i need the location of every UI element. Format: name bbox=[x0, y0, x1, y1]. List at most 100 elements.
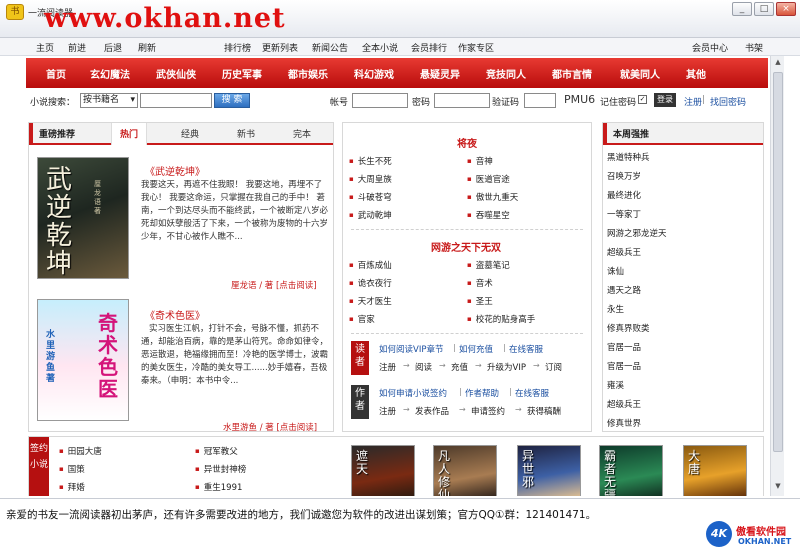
book-thumb[interactable]: 异世邪 bbox=[517, 445, 581, 496]
section1-title[interactable]: 将夜 bbox=[457, 135, 477, 150]
menu-refresh[interactable]: 刷新 bbox=[138, 41, 156, 54]
list-item[interactable]: 圣王 bbox=[467, 295, 493, 307]
list-item[interactable]: 异世封神榜 bbox=[195, 463, 247, 475]
list-item[interactable]: 国策 bbox=[59, 463, 85, 475]
rank-item[interactable]: 遇天之路 bbox=[607, 284, 641, 296]
search-button[interactable]: 搜 索 bbox=[214, 93, 250, 108]
tab-new[interactable]: 新书 bbox=[237, 127, 255, 140]
reader-subscribe[interactable]: 订阅 bbox=[545, 361, 562, 373]
reader-recharge[interactable]: 充值 bbox=[451, 361, 468, 373]
list-item[interactable]: 官家 bbox=[349, 313, 375, 325]
nav-urban[interactable]: 都市娱乐 bbox=[288, 66, 328, 81]
password-input[interactable] bbox=[434, 93, 490, 108]
menu-member-center[interactable]: 会员中心 bbox=[692, 41, 728, 54]
rank-item[interactable]: 雍溪 bbox=[607, 379, 624, 391]
forgot-password-link[interactable]: 找回密码 bbox=[710, 95, 746, 108]
menu-home[interactable]: 主页 bbox=[36, 41, 54, 54]
menu-forward[interactable]: 前进 bbox=[68, 41, 86, 54]
section2-title[interactable]: 网游之天下无双 bbox=[431, 239, 501, 254]
nav-fanfic[interactable]: 就美同人 bbox=[620, 66, 660, 81]
list-item[interactable]: 吞噬星空 bbox=[467, 209, 510, 221]
nav-other[interactable]: 其他 bbox=[686, 66, 706, 81]
nav-home[interactable]: 首页 bbox=[46, 66, 66, 81]
list-item[interactable]: 音神 bbox=[467, 155, 493, 167]
list-item[interactable]: 拜婚 bbox=[59, 481, 85, 493]
book-cover-2[interactable]: 奇术色医 水里游鱼著 bbox=[37, 299, 129, 421]
remember-checkbox[interactable]: ✓ bbox=[638, 95, 647, 104]
list-item[interactable]: 诡衣夜行 bbox=[349, 277, 392, 289]
list-item[interactable]: 长生不死 bbox=[349, 155, 392, 167]
reader-register[interactable]: 注册 bbox=[379, 361, 396, 373]
list-item[interactable]: 傲世九重天 bbox=[467, 191, 519, 203]
rank-item[interactable]: 官居一品 bbox=[607, 360, 641, 372]
menu-author-zone[interactable]: 作家专区 bbox=[458, 41, 494, 54]
menu-bookshelf[interactable]: 书架 bbox=[745, 41, 763, 54]
nav-scifi[interactable]: 科幻游戏 bbox=[354, 66, 394, 81]
book-title-2[interactable]: 《奇术色医》 bbox=[145, 307, 205, 322]
list-item[interactable]: 大周皇族 bbox=[349, 173, 392, 185]
list-item[interactable]: 田园大唐 bbox=[59, 445, 102, 457]
menu-member-rank[interactable]: 会员排行 bbox=[411, 41, 447, 54]
author-register[interactable]: 注册 bbox=[379, 405, 396, 417]
tab-hot[interactable]: 热门 bbox=[111, 123, 148, 145]
author-link-sign[interactable]: 如何申请小说签约 bbox=[379, 387, 447, 399]
list-item[interactable]: 斗破苍穹 bbox=[349, 191, 392, 203]
search-input[interactable] bbox=[140, 93, 212, 108]
book-cover-1[interactable]: 武逆乾坤 厘龙语著 bbox=[37, 157, 129, 279]
book-title-1[interactable]: 《武逆乾坤》 bbox=[145, 163, 205, 178]
search-type-select[interactable]: 按书籍名 ▾ bbox=[80, 93, 138, 108]
list-item[interactable]: 盗墓笔记 bbox=[467, 259, 510, 271]
register-link[interactable]: 注册 bbox=[684, 95, 702, 108]
login-button[interactable]: 登录 bbox=[654, 93, 676, 107]
list-item[interactable]: 音术 bbox=[467, 277, 493, 289]
rank-item[interactable]: 永生 bbox=[607, 303, 624, 315]
author-apply[interactable]: 申请签约 bbox=[471, 405, 505, 417]
author-publish[interactable]: 发表作品 bbox=[415, 405, 449, 417]
rank-item[interactable]: 最终进化 bbox=[607, 189, 641, 201]
nav-mystery[interactable]: 悬疑灵异 bbox=[420, 66, 460, 81]
menu-updates[interactable]: 更新列表 bbox=[262, 41, 298, 54]
scroll-down-icon[interactable]: ▼ bbox=[773, 482, 783, 492]
menu-rankings[interactable]: 排行榜 bbox=[224, 41, 251, 54]
reader-link-recharge[interactable]: 如何充值 bbox=[459, 343, 493, 355]
book-thumb[interactable]: 遮天 bbox=[351, 445, 415, 496]
menu-news[interactable]: 新闻公告 bbox=[312, 41, 348, 54]
tab-completed[interactable]: 完本 bbox=[293, 127, 311, 140]
nav-wuxia[interactable]: 武侠仙侠 bbox=[156, 66, 196, 81]
nav-fantasy[interactable]: 玄幻魔法 bbox=[90, 66, 130, 81]
rank-item[interactable]: 修真世界 bbox=[607, 417, 641, 429]
nav-romance[interactable]: 都市言情 bbox=[552, 66, 592, 81]
reader-link-vip[interactable]: 如何阅读VIP章节 bbox=[379, 343, 443, 355]
book-thumb[interactable]: 凡人修仙 bbox=[433, 445, 497, 496]
rank-item[interactable]: 超级兵王 bbox=[607, 246, 641, 258]
captcha-input[interactable] bbox=[524, 93, 556, 108]
rank-item[interactable]: 一等家丁 bbox=[607, 208, 641, 220]
list-item[interactable]: 重生1991 bbox=[195, 481, 243, 493]
scrollbar-thumb[interactable] bbox=[773, 72, 783, 452]
rank-item[interactable]: 网游之邪龙逆天 bbox=[607, 227, 667, 239]
rank-item[interactable]: 诛仙 bbox=[607, 265, 624, 277]
nav-sports[interactable]: 竞技同人 bbox=[486, 66, 526, 81]
rank-item[interactable]: 召唤万岁 bbox=[607, 170, 641, 182]
rank-item[interactable]: 官居一品 bbox=[607, 341, 641, 353]
rank-item[interactable]: 修真界败类 bbox=[607, 322, 650, 334]
vertical-scrollbar[interactable]: ▲ ▼ bbox=[770, 56, 784, 496]
book-thumb[interactable]: 大唐 bbox=[683, 445, 747, 496]
reader-upgrade[interactable]: 升级为VIP bbox=[487, 361, 526, 373]
rank-item[interactable]: 超级兵王 bbox=[607, 398, 641, 410]
book-meta-1[interactable]: 厘龙语 / 著 [点击阅读] bbox=[231, 279, 317, 291]
author-link-help[interactable]: 作者帮助 bbox=[465, 387, 499, 399]
list-item[interactable]: 百炼成仙 bbox=[349, 259, 392, 271]
account-input[interactable] bbox=[352, 93, 408, 108]
menu-back[interactable]: 后退 bbox=[104, 41, 122, 54]
book-meta-2[interactable]: 水里游鱼 / 著 [点击阅读] bbox=[223, 421, 317, 433]
nav-history[interactable]: 历史军事 bbox=[222, 66, 262, 81]
book-thumb[interactable]: 霸者无疆 bbox=[599, 445, 663, 496]
maximize-button[interactable]: □ bbox=[754, 2, 774, 16]
list-item[interactable]: 冠军教父 bbox=[195, 445, 238, 457]
list-item[interactable]: 武动乾坤 bbox=[349, 209, 392, 221]
author-link-support[interactable]: 在线客服 bbox=[515, 387, 549, 399]
scroll-up-icon[interactable]: ▲ bbox=[773, 58, 783, 68]
close-button[interactable]: × bbox=[776, 2, 796, 16]
author-earn[interactable]: 获得稿酬 bbox=[527, 405, 561, 417]
